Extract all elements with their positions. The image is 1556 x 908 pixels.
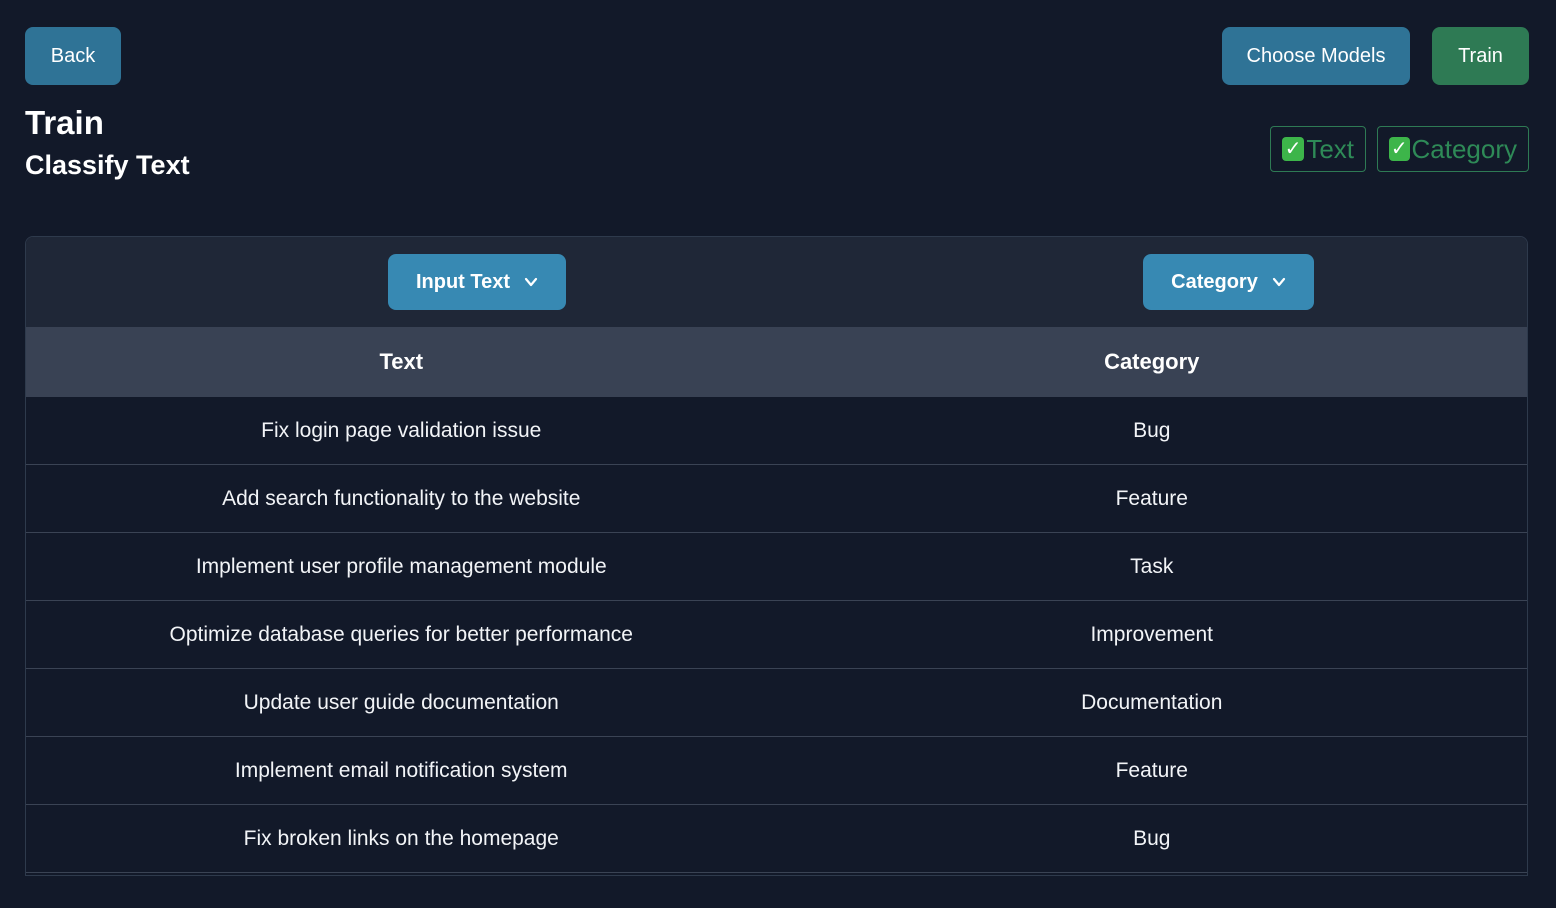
table-body: Fix login page validation issue Bug Add …: [26, 397, 1527, 873]
toggle-text-label: Text: [1306, 133, 1354, 164]
table-row: Fix login page validation issue Bug: [26, 397, 1527, 465]
train-page: Back Choose Models Train Train Classify …: [0, 0, 1556, 908]
input-text-dropdown[interactable]: Input Text: [388, 254, 566, 310]
column-header-category: Category: [1104, 349, 1200, 374]
cell-text: Add search functionality to the website: [222, 486, 581, 510]
train-button[interactable]: Train: [1432, 27, 1529, 85]
table-row: Optimize database queries for better per…: [26, 601, 1527, 669]
cell-category: Feature: [1115, 486, 1188, 510]
choose-models-button[interactable]: Choose Models: [1222, 27, 1410, 85]
table-row: Add search functionality to the website …: [26, 465, 1527, 533]
cell-text: Implement email notification system: [234, 758, 568, 782]
table-row: Update user guide documentation Document…: [26, 669, 1527, 737]
cell-category: Documentation: [1081, 690, 1223, 714]
cell-text: Fix broken links on the homepage: [243, 826, 559, 850]
category-dropdown-label: Category: [1171, 270, 1258, 293]
cell-text: Fix login page validation issue: [261, 418, 542, 442]
table-row: Implement email notification system Feat…: [26, 737, 1527, 805]
back-button[interactable]: Back: [25, 27, 121, 85]
page-title: Train: [25, 104, 104, 141]
toggle-category-label: Category: [1411, 133, 1518, 164]
cell-category: Feature: [1115, 758, 1188, 782]
category-dropdown[interactable]: Category: [1143, 254, 1314, 310]
cell-text: Implement user profile management module: [195, 554, 607, 578]
chevron-down-icon: [1272, 277, 1285, 287]
toggle-text-column[interactable]: ✓ Text: [1270, 126, 1366, 172]
checkmark-icon: ✓: [1282, 137, 1305, 161]
cell-text: Optimize database queries for better per…: [169, 622, 633, 646]
table-row: Fix broken links on the homepage Bug: [26, 805, 1527, 873]
cell-text: Update user guide documentation: [243, 690, 559, 714]
table-header: Text Category: [26, 327, 1527, 397]
data-table-panel: Input Text Category Text Category Fix lo…: [25, 236, 1528, 876]
chevron-down-icon: [524, 277, 538, 287]
cell-category: Improvement: [1090, 622, 1214, 646]
input-text-dropdown-label: Input Text: [415, 270, 511, 293]
column-selector-bar: Input Text Category: [26, 237, 1527, 327]
table-row: Implement user profile management module…: [26, 533, 1527, 601]
column-header-text: Text: [379, 349, 424, 374]
toggle-category-column[interactable]: ✓ Category: [1377, 126, 1529, 172]
page-subtitle: Classify Text: [25, 150, 190, 180]
cell-category: Bug: [1133, 418, 1171, 442]
checkmark-icon: ✓: [1389, 137, 1410, 161]
cell-category: Bug: [1133, 826, 1171, 850]
cell-category: Task: [1130, 554, 1174, 578]
